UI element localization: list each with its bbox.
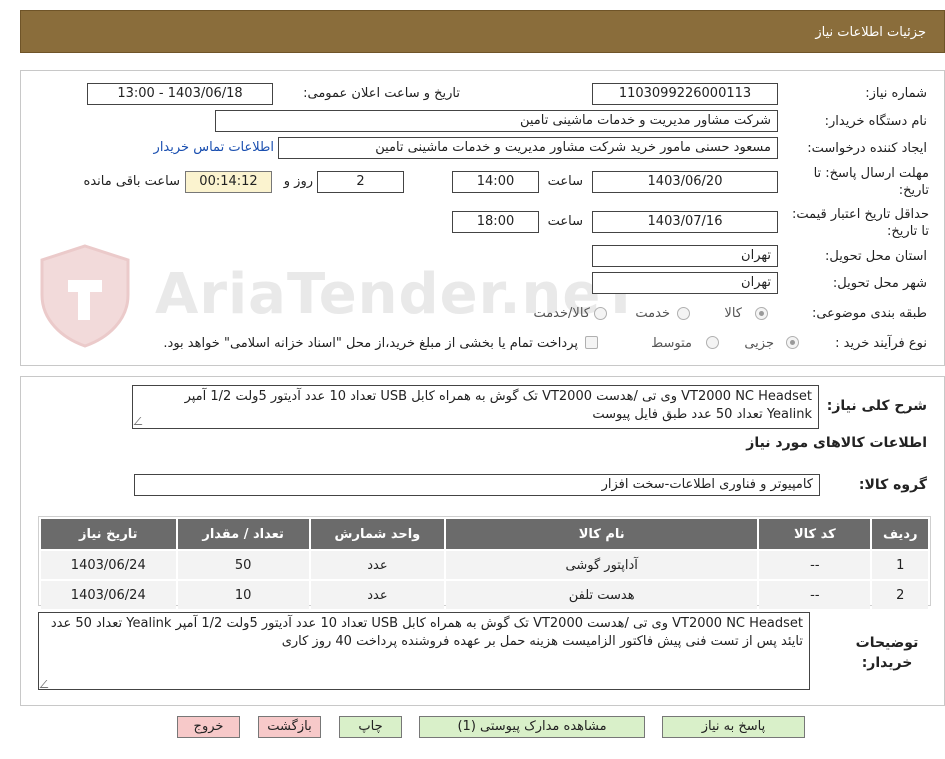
col-header-name: نام کالا <box>446 519 758 549</box>
price-validity-label-text: حداقل تاریخ اعتبار قیمت: تا تاریخ: <box>791 207 929 239</box>
price-validity-label: حداقل تاریخ اعتبار قیمت: تا تاریخ: <box>789 206 929 240</box>
category-option-goods: کالا <box>724 306 742 321</box>
table-row: 1 -- آداپتور گوشی عدد 50 1403/06/24 <box>41 551 928 579</box>
cell-name: هدست تلفن <box>446 581 758 609</box>
buyer-org-field: شرکت مشاور مدیریت و خدمات ماشینی تامین <box>215 110 778 132</box>
goods-group-label: گروه کالا: <box>858 477 927 493</box>
purchase-type-radio-medium[interactable] <box>706 336 719 349</box>
category-radio-goods[interactable] <box>755 307 768 320</box>
respond-button[interactable]: پاسخ به نیاز <box>662 716 805 738</box>
buyer-notes-label-text: توضیحات خریدار: <box>855 635 919 671</box>
back-button[interactable]: بازگشت <box>258 716 321 738</box>
city-label: شهر محل تحویل: <box>832 276 927 291</box>
province-field: تهران <box>592 245 778 267</box>
col-header-code: کد کالا <box>759 519 871 549</box>
summary-textarea: VT2000 NC Headset وی تی /هدست VT2000 تک … <box>132 385 819 429</box>
cell-date: 1403/06/24 <box>41 581 176 609</box>
treasury-note: پرداخت تمام یا بخشی از مبلغ خرید،از محل … <box>163 336 578 351</box>
category-radio-goods-service[interactable] <box>594 307 607 320</box>
city-field: تهران <box>592 272 778 294</box>
purchase-type-radio-minor[interactable] <box>786 336 799 349</box>
summary-text: VT2000 NC Headset وی تی /هدست VT2000 تک … <box>184 389 812 422</box>
cell-qty: 10 <box>177 581 309 609</box>
col-header-date: تاریخ نیاز <box>41 519 176 549</box>
remaining-time-field: 00:14:12 <box>185 171 272 193</box>
buyer-notes-label: توضیحات خریدار: <box>847 633 927 673</box>
price-validity-date: 1403/07/16 <box>592 211 778 233</box>
response-deadline-label: مهلت ارسال پاسخ: تا تاریخ: <box>789 165 929 199</box>
buyer-notes-textarea: VT2000 NC Headset وی تی /هدست VT2000 تک … <box>38 612 810 690</box>
buyer-contact-link[interactable]: اطلاعات تماس خریدار <box>154 140 274 155</box>
price-validity-time: 18:00 <box>452 211 539 233</box>
requester-field: مسعود حسنی مامور خرید شرکت مشاور مدیریت … <box>278 137 778 159</box>
summary-label: شرح کلی نیاز: <box>826 398 927 414</box>
purchase-type-option-medium: متوسط <box>651 336 692 351</box>
cell-code: -- <box>759 551 871 579</box>
category-label: طبقه بندی موضوعی: <box>811 306 927 321</box>
exit-button[interactable]: خروج <box>177 716 240 738</box>
response-deadline-time-label: ساعت <box>547 174 583 189</box>
price-validity-time-label: ساعت <box>547 214 583 229</box>
purchase-type-option-minor: جزیی <box>744 336 774 351</box>
response-deadline-time: 14:00 <box>452 171 539 193</box>
cell-unit: عدد <box>310 581 445 609</box>
col-header-unit: واحد شمارش <box>310 519 445 549</box>
cell-code: -- <box>759 581 871 609</box>
remaining-days-field: 2 <box>317 171 404 193</box>
cell-qty: 50 <box>177 551 309 579</box>
need-number-field: 1103099226000113 <box>592 83 778 105</box>
cell-date: 1403/06/24 <box>41 551 176 579</box>
need-number-label: شماره نیاز: <box>865 86 927 101</box>
items-table-header: ردیف کد کالا نام کالا واحد شمارش تعداد /… <box>41 519 928 549</box>
response-deadline-date: 1403/06/20 <box>592 171 778 193</box>
response-deadline-label-text: مهلت ارسال پاسخ: تا تاریخ: <box>813 166 929 198</box>
page-header: جزئیات اطلاعات نیاز <box>20 10 945 53</box>
watermark-shield-icon <box>40 244 130 348</box>
requester-label: ایجاد کننده درخواست: <box>807 141 927 156</box>
cell-row-index: 2 <box>872 581 928 609</box>
items-table-wrap: ردیف کد کالا نام کالا واحد شمارش تعداد /… <box>38 516 931 609</box>
treasury-checkbox[interactable] <box>585 336 598 349</box>
buyer-notes-text: VT2000 NC Headset وی تی /هدست VT2000 تک … <box>50 616 803 649</box>
category-radio-service[interactable] <box>677 307 690 320</box>
goods-section-title: اطلاعات کالاهای مورد نیاز <box>746 435 927 451</box>
table-row: 2 -- هدست تلفن عدد 10 1403/06/24 <box>41 581 928 609</box>
announce-datetime-field: 1403/06/18 - 13:00 <box>87 83 273 105</box>
cell-unit: عدد <box>310 551 445 579</box>
col-header-qty: تعداد / مقدار <box>177 519 309 549</box>
category-option-service: خدمت <box>635 306 670 321</box>
category-option-goods-service: کالا/خدمت <box>533 306 590 321</box>
remaining-time-label: ساعت باقی مانده <box>83 174 180 189</box>
buyer-org-label: نام دستگاه خریدار: <box>824 114 927 129</box>
purchase-type-label: نوع فرآیند خرید : <box>835 336 927 351</box>
watermark: AriaTender.neT <box>30 240 640 350</box>
view-attachments-button[interactable]: مشاهده مدارک پیوستی (1) <box>419 716 645 738</box>
cell-row-index: 1 <box>872 551 928 579</box>
remaining-days-label: روز و <box>283 174 313 189</box>
items-table: ردیف کد کالا نام کالا واحد شمارش تعداد /… <box>39 517 930 611</box>
province-label: استان محل تحویل: <box>825 249 927 264</box>
goods-group-field: کامپیوتر و فناوری اطلاعات-سخت افزار <box>134 474 820 496</box>
col-header-row: ردیف <box>872 519 928 549</box>
cell-name: آداپتور گوشی <box>446 551 758 579</box>
announce-datetime-label: تاریخ و ساعت اعلان عمومی: <box>303 86 460 101</box>
print-button[interactable]: چاپ <box>339 716 402 738</box>
page-title: جزئیات اطلاعات نیاز <box>815 25 926 40</box>
